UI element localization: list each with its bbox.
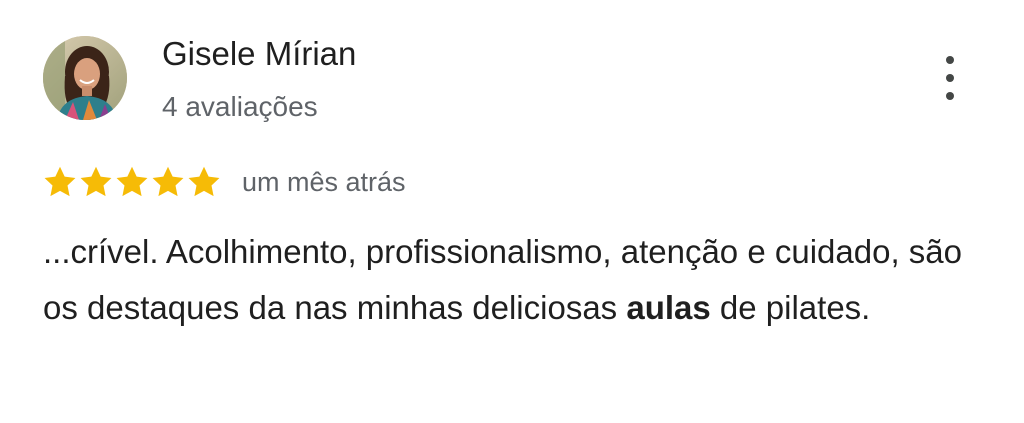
review-time: um mês atrás bbox=[242, 166, 406, 197]
star-icon bbox=[116, 166, 148, 197]
star-icon bbox=[188, 166, 220, 197]
review-card: Gisele Mírian 4 avaliações um mês atrás … bbox=[0, 0, 1024, 423]
more-vertical-icon-dot bbox=[946, 74, 954, 82]
more-options-button[interactable] bbox=[928, 52, 972, 104]
author-review-count: 4 avaliações bbox=[162, 91, 318, 122]
more-vertical-icon bbox=[946, 56, 954, 64]
star-rating bbox=[42, 164, 222, 200]
review-text: ...crível. Acolhimento, profissionalismo… bbox=[43, 224, 983, 336]
star-icon bbox=[80, 166, 112, 197]
more-vertical-icon-dot bbox=[946, 92, 954, 100]
star-icon bbox=[152, 166, 184, 197]
avatar[interactable] bbox=[43, 36, 127, 120]
author-name[interactable]: Gisele Mírian bbox=[162, 34, 356, 74]
rating-row: um mês atrás bbox=[42, 162, 406, 202]
review-text-part: de pilates. bbox=[710, 289, 871, 326]
review-text-highlight: aulas bbox=[626, 289, 711, 326]
star-icon bbox=[44, 166, 76, 197]
avatar-image bbox=[43, 36, 127, 120]
